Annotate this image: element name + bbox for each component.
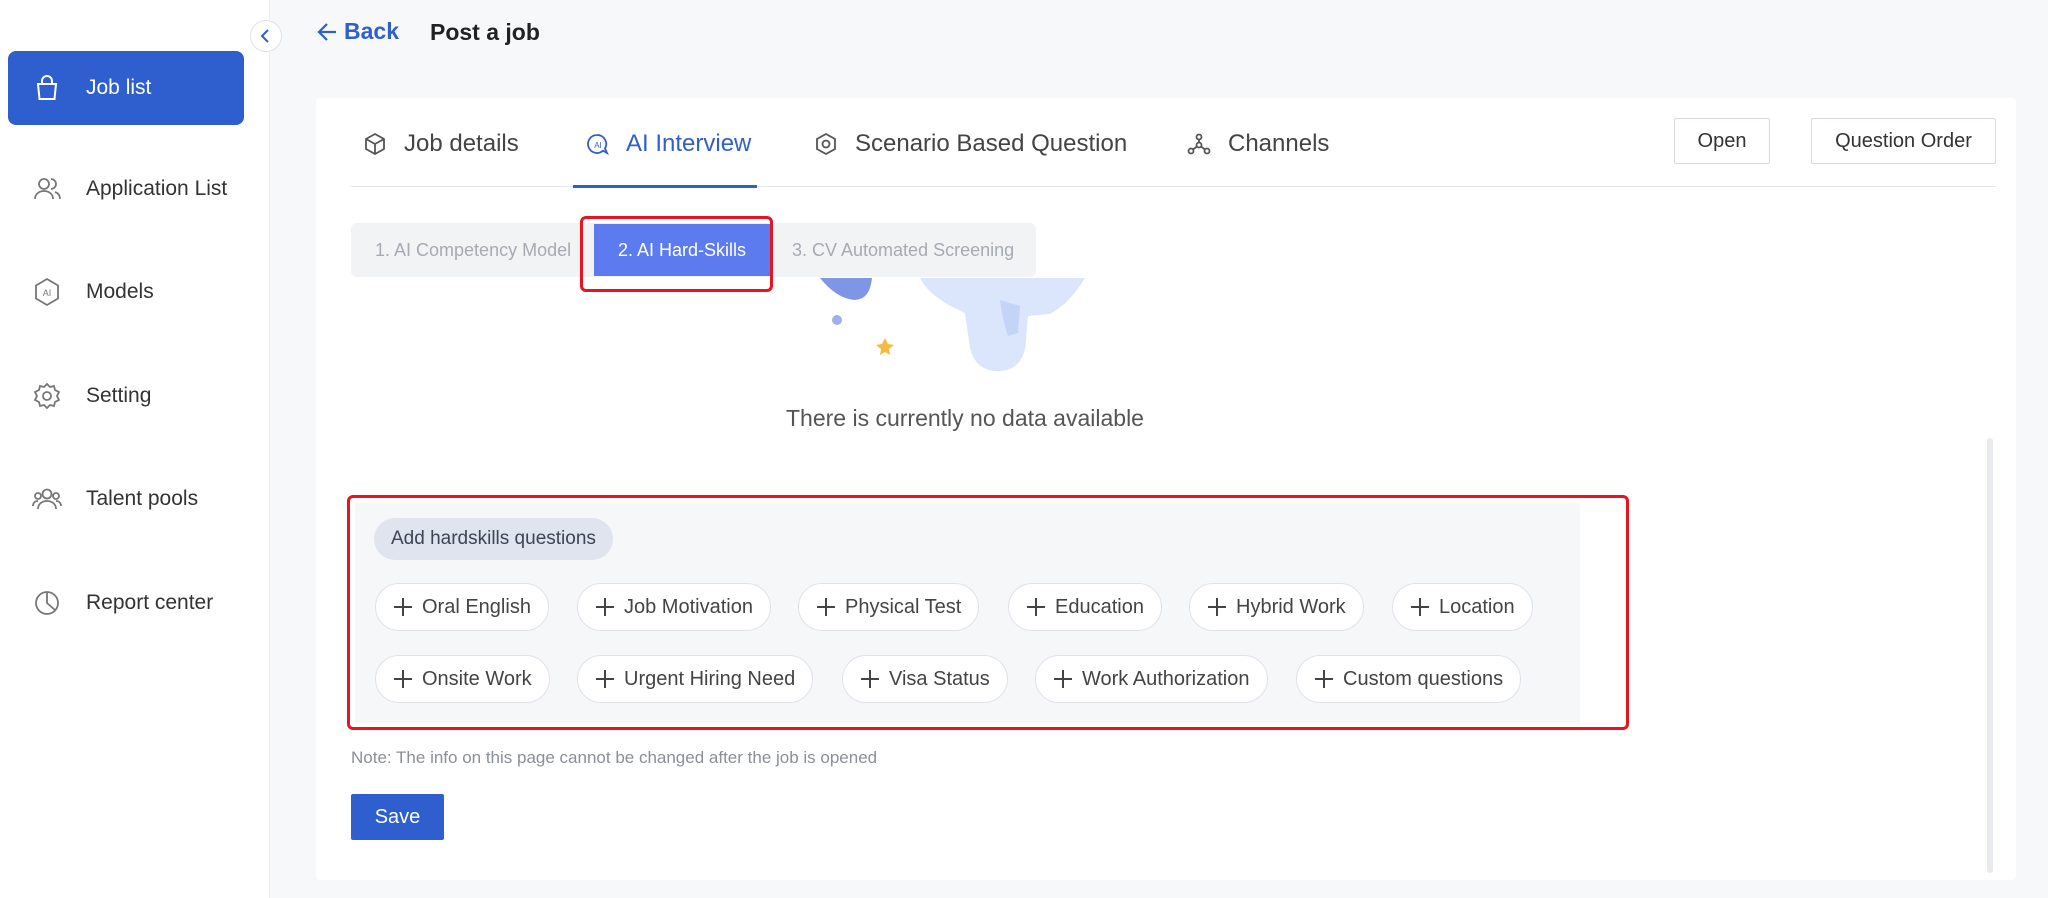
tab-label: Scenario Based Question [855, 130, 1128, 157]
page-title: Post a job [430, 19, 540, 45]
sidebar-item-label: Setting [86, 384, 152, 407]
chip-label: Custom questions [1343, 667, 1504, 690]
chip-label: Urgent Hiring Need [624, 667, 796, 690]
users-icon [30, 172, 64, 206]
cube-icon [362, 131, 388, 157]
back-label: Back [344, 18, 399, 44]
svg-text:AI: AI [594, 141, 602, 150]
plus-icon [1411, 598, 1429, 616]
sidebar-item-label: Application List [86, 177, 228, 200]
plus-icon [394, 670, 412, 688]
chip-label: Work Authorization [1082, 667, 1250, 690]
tab-label: Channels [1228, 130, 1330, 157]
chip-label: Physical Test [845, 595, 962, 618]
pie-chart-icon [30, 586, 64, 620]
arrow-left-icon [317, 22, 336, 41]
chip-label: Location [1439, 595, 1515, 618]
hardskills-title: Add hardskills questions [374, 518, 613, 560]
tab-scenario-based-question[interactable]: Scenario Based Question [813, 124, 1127, 164]
chip-education[interactable]: Education [1008, 583, 1162, 631]
plus-icon [596, 598, 614, 616]
collapse-sidebar-button[interactable] [250, 20, 282, 52]
chip-hybrid-work[interactable]: Hybrid Work [1189, 583, 1364, 631]
chip-label: Education [1055, 595, 1144, 618]
people-group-icon [30, 482, 64, 516]
plus-icon [596, 670, 614, 688]
scrollbar[interactable] [1987, 438, 1993, 873]
chip-physical-test[interactable]: Physical Test [798, 583, 980, 631]
sidebar-item-models[interactable]: AI Models [8, 255, 244, 329]
sidebar-item-talent-pools[interactable]: Talent pools [8, 462, 244, 536]
step-ai-competency-model[interactable]: 1. AI Competency Model [375, 223, 571, 277]
chip-label: Visa Status [889, 667, 990, 690]
ai-hexagon-icon: AI [30, 275, 64, 309]
network-icon [1186, 131, 1212, 157]
back-button[interactable]: Back [316, 18, 399, 45]
tab-job-details[interactable]: Job details [362, 124, 519, 164]
gear-icon [30, 379, 64, 413]
chip-label: Onsite Work [422, 667, 532, 690]
sidebar-item-label: Job list [86, 76, 152, 99]
save-button[interactable]: Save [351, 794, 444, 840]
sidebar-item-report-center[interactable]: Report center [8, 566, 244, 640]
plus-icon [1315, 670, 1333, 688]
plus-icon [861, 670, 879, 688]
sidebar-item-label: Models [86, 280, 154, 303]
sidebar-item-job-list[interactable]: Job list [8, 51, 244, 125]
chip-label: Hybrid Work [1236, 595, 1346, 618]
bag-icon [30, 71, 64, 105]
chip-location[interactable]: Location [1392, 583, 1533, 631]
open-button[interactable]: Open [1674, 118, 1770, 164]
chip-urgent-hiring-need[interactable]: Urgent Hiring Need [577, 655, 814, 703]
sidebar-item-application-list[interactable]: Application List [8, 152, 244, 226]
chevron-left-icon [260, 29, 269, 43]
ai-bubble-icon: AI [584, 131, 610, 157]
chip-custom-questions[interactable]: Custom questions [1296, 655, 1522, 703]
empty-state-text: There is currently no data available [786, 405, 1144, 431]
chip-label: Oral English [422, 595, 531, 618]
sidebar: Job list Application List AI Models Sett… [0, 0, 270, 898]
svg-text:AI: AI [43, 288, 52, 298]
plus-icon [1054, 670, 1072, 688]
tab-ai-interview[interactable]: AI AI Interview [584, 124, 751, 164]
chip-oral-english[interactable]: Oral English [375, 583, 549, 631]
step-cv-automated-screening[interactable]: 3. CV Automated Screening [792, 223, 1014, 277]
chip-work-authorization[interactable]: Work Authorization [1035, 655, 1268, 703]
empty-state-illustration [820, 278, 1085, 372]
plus-icon [1027, 598, 1045, 616]
tab-label: Job details [404, 130, 519, 157]
step-ai-hard-skills[interactable]: 2. AI Hard-Skills [594, 224, 771, 276]
chip-label: Job Motivation [624, 595, 753, 618]
chip-visa-status[interactable]: Visa Status [842, 655, 1008, 703]
plus-icon [817, 598, 835, 616]
chip-job-motivation[interactable]: Job Motivation [577, 583, 771, 631]
tab-channels[interactable]: Channels [1186, 124, 1329, 164]
plus-icon [394, 598, 412, 616]
question-order-button[interactable]: Question Order [1811, 118, 1996, 164]
info-note: Note: The info on this page cannot be ch… [351, 748, 878, 767]
tab-label: AI Interview [626, 130, 752, 157]
chip-onsite-work[interactable]: Onsite Work [375, 655, 550, 703]
sidebar-item-label: Report center [86, 591, 214, 614]
hex-settings-icon [813, 131, 839, 157]
sidebar-item-setting[interactable]: Setting [8, 359, 244, 433]
sidebar-item-label: Talent pools [86, 487, 199, 510]
active-tab-indicator [573, 185, 757, 188]
plus-icon [1208, 598, 1226, 616]
